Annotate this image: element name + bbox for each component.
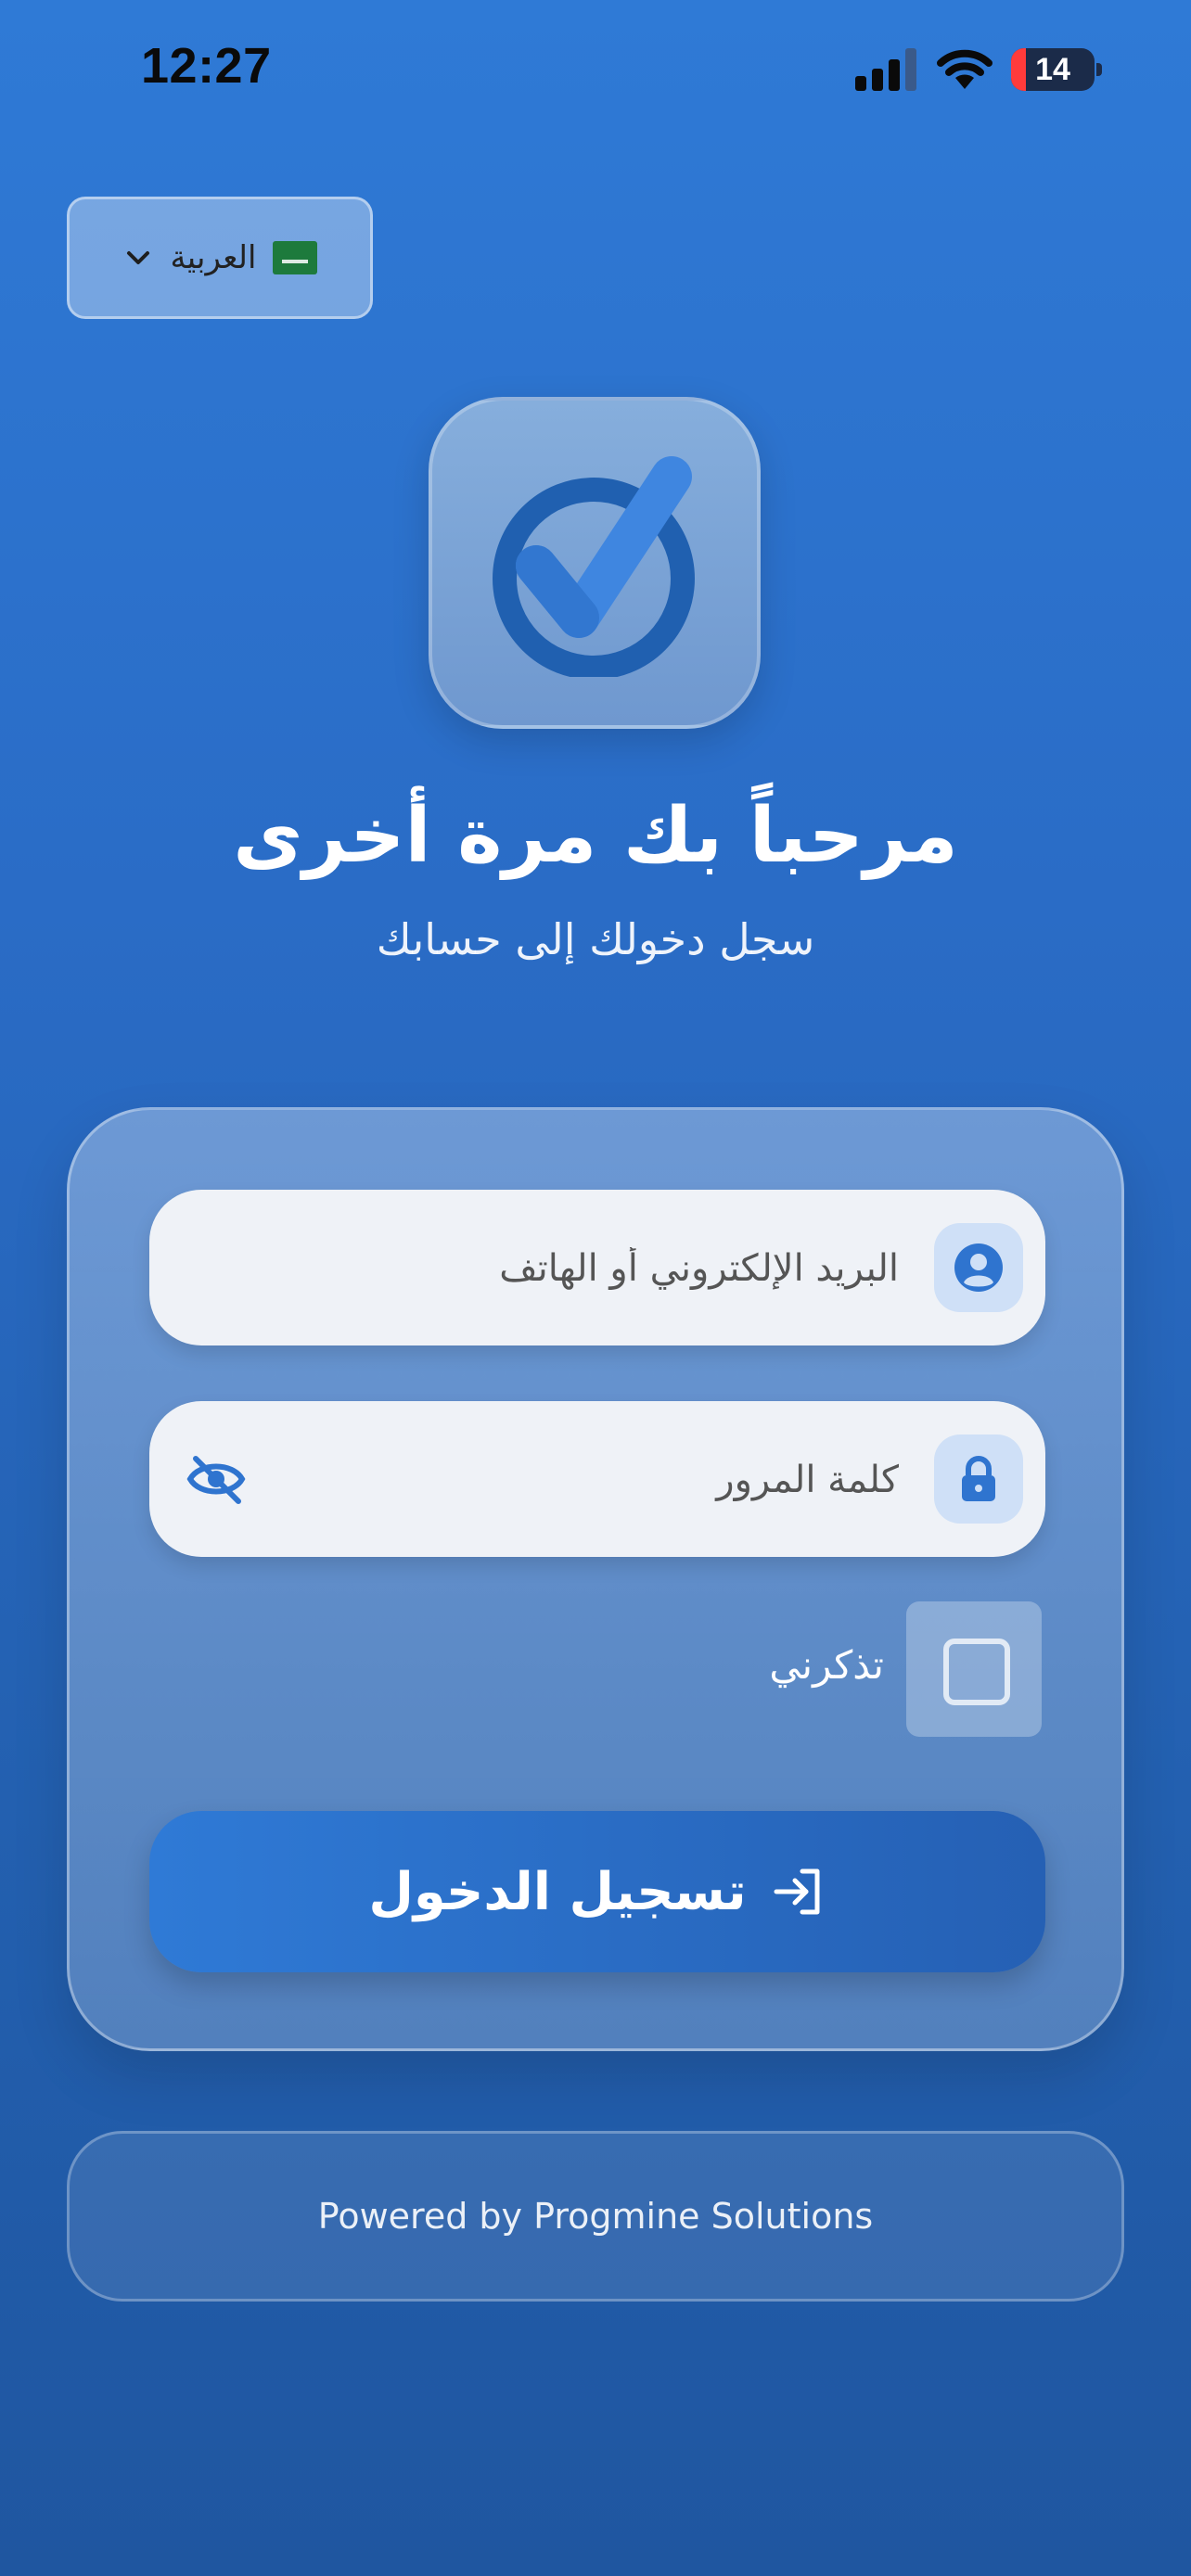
user-icon [954,1243,1003,1292]
remember-me-label[interactable]: تذكرني [769,1642,884,1688]
lock-icon [962,1456,995,1501]
footer-panel: Powered by Progmine Solutions [67,2131,1124,2302]
lock-icon-badge [934,1435,1023,1524]
password-field[interactable] [149,1401,1045,1559]
wifi-icon [937,49,992,89]
saudi-flag-icon [273,241,318,274]
battery-nub [1096,63,1102,76]
login-button-label: تسجيل الدخول [368,1861,747,1922]
page-subtitle: سجل دخولك إلى حسابك [376,914,815,964]
battery-icon: 14 [1011,48,1095,91]
eye-off-icon[interactable] [186,1453,246,1505]
login-card: تذكرني تسجيل الدخول [67,1107,1124,2051]
checkbox-square-icon [943,1639,1010,1705]
email-input[interactable] [279,1190,901,1347]
check-circle-logo-icon [493,456,695,677]
language-label: العربية [170,239,257,276]
email-field[interactable] [149,1190,1045,1347]
cellular-signal-icon [855,48,916,91]
login-arrow-icon [774,1868,820,1915]
app-logo [429,397,761,729]
language-selector[interactable]: العربية [67,197,373,319]
remember-me-checkbox[interactable] [906,1601,1042,1737]
footer-text: Powered by Progmine Solutions [317,2196,874,2237]
login-button[interactable]: تسجيل الدخول [149,1811,1045,1972]
status-time: 12:27 [141,38,272,94]
battery-level: 14 [1035,52,1070,87]
password-input[interactable] [279,1401,901,1559]
chevron-down-icon [126,251,149,264]
user-icon-badge [934,1223,1023,1312]
page-title: مرحباً بك مرة أخرى [233,792,958,880]
